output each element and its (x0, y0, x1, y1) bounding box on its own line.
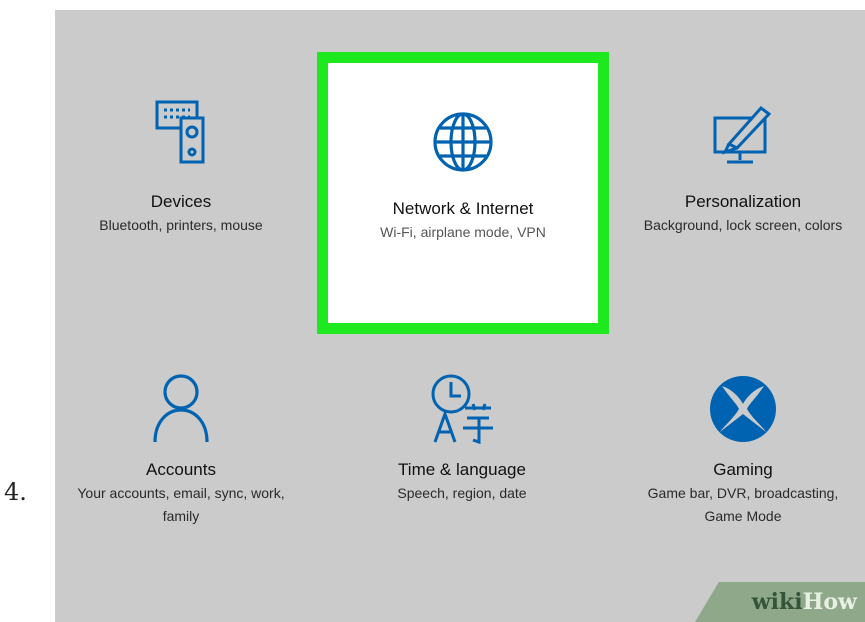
tile-description: Background, lock screen, colors (643, 217, 843, 233)
tile-description: Speech, region, date (397, 485, 527, 501)
tile-title: Time & language (398, 460, 526, 479)
tile-title: Devices (150, 192, 212, 211)
time-language-icon (342, 370, 582, 446)
tile-description: Game bar, DVR, broadcasting, Game Mode (647, 485, 839, 524)
watermark-how: How (802, 589, 857, 615)
tile-description: Your accounts, email, sync, work, family (77, 485, 285, 524)
tile-network-internet[interactable]: Network & Internet Wi-Fi, airplane mode,… (317, 52, 609, 334)
tile-title: Gaming (713, 460, 773, 479)
tile-devices[interactable]: Devices Bluetooth, printers, mouse (61, 98, 301, 328)
watermark-wiki: wiki (751, 589, 803, 615)
tile-gaming[interactable]: Gaming Game bar, DVR, broadcasting, Game… (623, 370, 863, 600)
tile-title: Accounts (146, 460, 216, 479)
tile-personalization[interactable]: Personalization Background, lock screen,… (623, 98, 863, 328)
tile-description: Bluetooth, printers, mouse (99, 217, 263, 233)
devices-icon (61, 98, 301, 168)
tile-time-language[interactable]: Time & language Speech, region, date (342, 370, 582, 600)
tile-description: Wi-Fi, airplane mode, VPN (380, 224, 546, 240)
step-number: 4. (4, 478, 27, 506)
xbox-icon (623, 374, 863, 444)
tile-accounts[interactable]: Accounts Your accounts, email, sync, wor… (61, 370, 301, 600)
personalization-icon (623, 98, 863, 168)
tile-title: Network & Internet (392, 199, 534, 218)
tile-title: Personalization (684, 192, 802, 211)
person-icon (61, 370, 301, 446)
wikihow-watermark: wiki How (695, 582, 865, 622)
settings-panel: Devices Bluetooth, printers, mouse Netwo… (55, 10, 865, 622)
globe-icon (328, 110, 598, 174)
